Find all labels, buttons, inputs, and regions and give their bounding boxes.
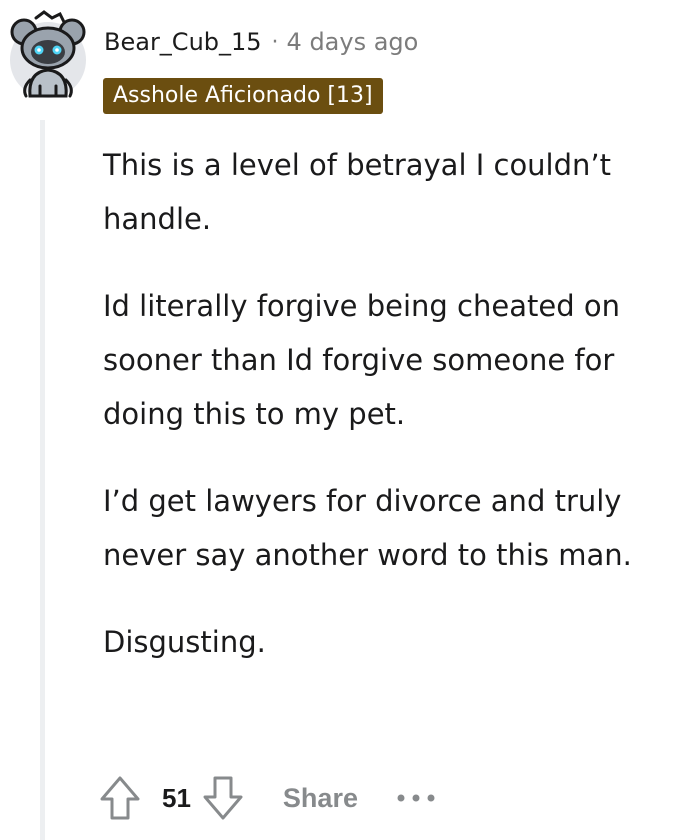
downvote-arrow-icon bbox=[203, 776, 243, 820]
comment-paragraph: Disgusting. bbox=[103, 625, 266, 659]
comment-actions: 51 Share bbox=[98, 770, 436, 826]
comment-paragraph: Id literally forgive being cheated on so… bbox=[103, 289, 620, 431]
user-flair: Asshole Aficionado [13] bbox=[103, 78, 383, 114]
thread-line[interactable] bbox=[40, 120, 45, 840]
comment-body: This is a level of betrayal I couldn’t h… bbox=[103, 138, 693, 702]
comment-paragraph: I’d get lawyers for divorce and truly ne… bbox=[103, 484, 632, 572]
meta-separator: · bbox=[271, 29, 279, 55]
upvote-button[interactable] bbox=[98, 774, 142, 822]
avatar[interactable] bbox=[8, 10, 92, 102]
author-username[interactable]: Bear_Cub_15 bbox=[104, 28, 262, 56]
comment-paragraph: This is a level of betrayal I couldn’t h… bbox=[103, 148, 611, 236]
more-options-icon bbox=[397, 794, 435, 802]
comment: Bear_Cub_15 · 4 days ago Asshole Aficion… bbox=[0, 0, 700, 840]
vote-score: 51 bbox=[162, 782, 191, 813]
comment-meta: Bear_Cub_15 · 4 days ago bbox=[104, 24, 418, 60]
more-options-button[interactable] bbox=[396, 778, 436, 818]
snoo-bear-avatar-icon bbox=[10, 10, 86, 98]
downvote-button[interactable] bbox=[201, 774, 245, 822]
share-button[interactable]: Share bbox=[283, 783, 358, 814]
upvote-arrow-icon bbox=[100, 776, 140, 820]
comment-timestamp[interactable]: 4 days ago bbox=[287, 28, 419, 56]
